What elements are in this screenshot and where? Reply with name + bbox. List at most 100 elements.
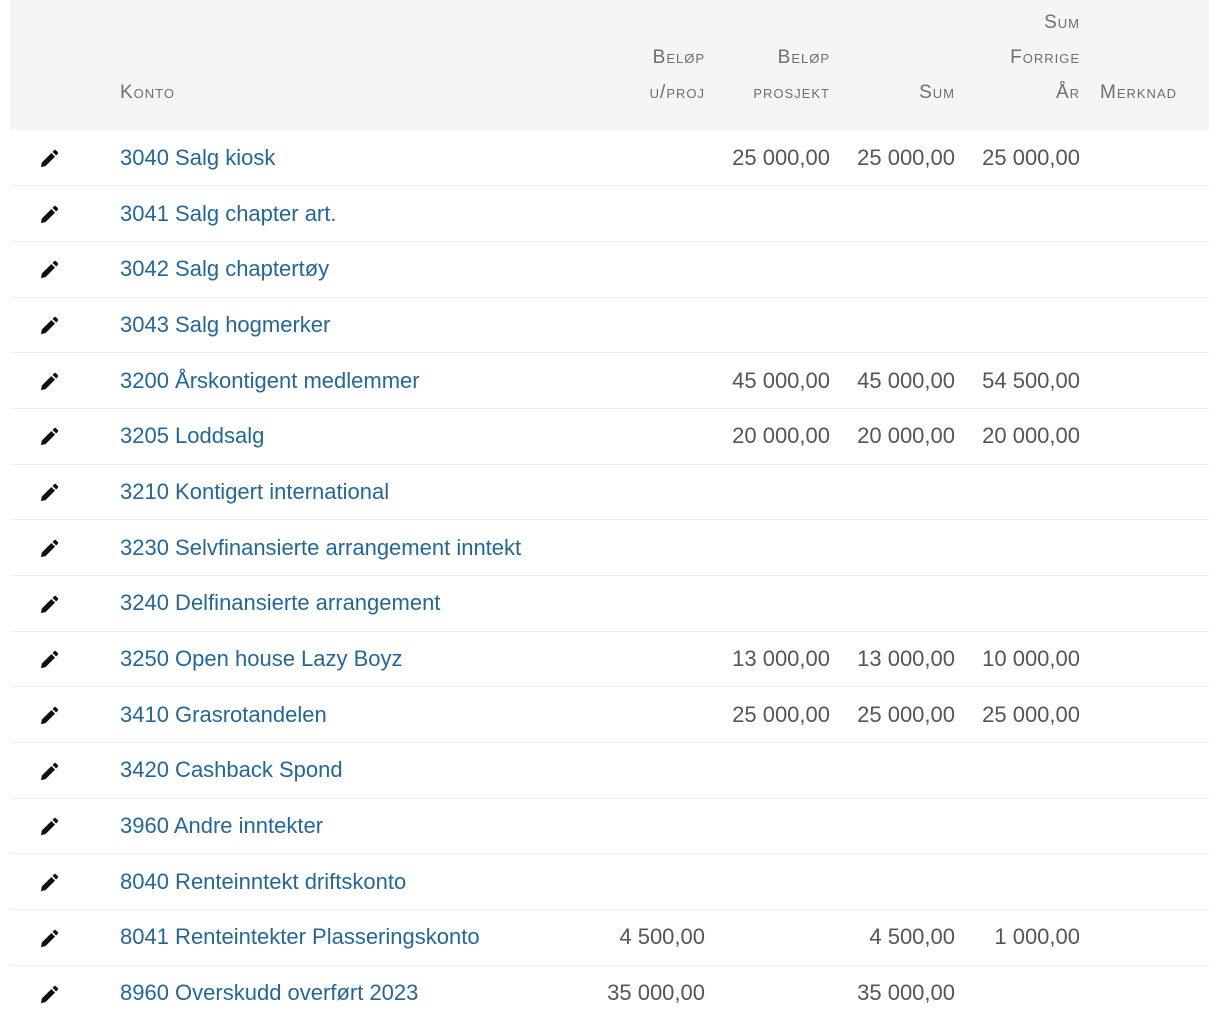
- table-row: 3042 Salg chaptertøy: [10, 241, 1209, 297]
- sum-forrige-ar-cell: [965, 576, 1090, 632]
- belop-prosjekt-cell: 25 000,00: [732, 701, 830, 727]
- pencil-icon[interactable]: [38, 148, 60, 170]
- edit-cell: [10, 130, 110, 186]
- pencil-icon[interactable]: [38, 984, 60, 1006]
- pencil-icon[interactable]: [38, 872, 60, 894]
- table-row: 3200 Årskontigent medlemmer 45 000,00 45…: [10, 352, 1209, 409]
- header-edit: [10, 0, 110, 130]
- pencil-icon[interactable]: [38, 649, 60, 671]
- table-row: 3210 Kontigert international: [10, 464, 1209, 520]
- merknad-cell: [1090, 631, 1209, 687]
- sum-cell: 25 000,00: [857, 144, 955, 170]
- konto-link[interactable]: 3210 Kontigert international: [120, 479, 389, 504]
- sum-cell: 20 000,00: [857, 423, 955, 449]
- sum-forrige-ar-cell: 20 000,00: [982, 423, 1080, 449]
- belop-uproj-cell: 4 500,00: [619, 924, 705, 950]
- header-konto: Konto: [120, 82, 175, 103]
- belop-prosjekt-cell: [715, 798, 840, 854]
- pencil-icon[interactable]: [38, 705, 60, 727]
- pencil-icon[interactable]: [38, 315, 60, 337]
- edit-cell: [10, 854, 110, 910]
- pencil-icon[interactable]: [38, 259, 60, 281]
- konto-link[interactable]: 3042 Salg chaptertøy: [120, 256, 329, 281]
- pencil-icon[interactable]: [38, 816, 60, 838]
- pencil-icon[interactable]: [38, 426, 60, 448]
- pencil-icon[interactable]: [38, 538, 60, 560]
- pencil-icon[interactable]: [38, 482, 60, 504]
- sum-forrige-ar-cell: [965, 965, 1090, 1021]
- sum-cell: 13 000,00: [857, 646, 955, 672]
- konto-cell: 3240 Delfinansierte arrangement: [110, 576, 590, 632]
- edit-cell: [10, 576, 110, 632]
- konto-link[interactable]: 8041 Renteintekter Plasseringskonto: [120, 924, 480, 949]
- sum-forrige-ar-cell: [965, 186, 1090, 242]
- pencil-icon[interactable]: [38, 928, 60, 950]
- konto-link[interactable]: 8040 Renteinntekt driftskonto: [120, 869, 406, 894]
- merknad-cell: [1090, 520, 1209, 576]
- edit-cell: [10, 798, 110, 854]
- merknad-cell: [1090, 687, 1209, 743]
- belop-uproj-cell: [590, 631, 715, 687]
- sum-cell: [840, 297, 965, 353]
- konto-cell: 8041 Renteintekter Plasseringskonto: [110, 910, 590, 966]
- konto-link[interactable]: 3043 Salg hogmerker: [120, 312, 330, 337]
- edit-cell: [10, 965, 110, 1021]
- belop-uproj-cell: [590, 186, 715, 242]
- pencil-icon[interactable]: [38, 204, 60, 226]
- sum-cell: 45 000,00: [857, 367, 955, 393]
- sum-forrige-ar-cell: 54 500,00: [982, 367, 1080, 393]
- konto-cell: 3040 Salg kiosk: [110, 130, 590, 186]
- konto-link[interactable]: 3205 Loddsalg: [120, 423, 264, 448]
- sum-cell: [840, 520, 965, 576]
- edit-cell: [10, 408, 110, 464]
- belop-prosjekt-cell: [715, 520, 840, 576]
- edit-cell: [10, 743, 110, 799]
- belop-uproj-cell: [590, 520, 715, 576]
- konto-cell: 3960 Andre inntekter: [110, 798, 590, 854]
- edit-cell: [10, 241, 110, 297]
- table-row: 3420 Cashback Spond: [10, 742, 1209, 799]
- sum-cell: [840, 576, 965, 632]
- belop-uproj-cell: [590, 798, 715, 854]
- sum-cell: [840, 854, 965, 910]
- table-body: 3040 Salg kiosk 25 000,00 25 000,00 25 0…: [10, 130, 1209, 1021]
- belop-uproj-cell: [590, 130, 715, 186]
- header-sum: Sum: [919, 82, 955, 103]
- belop-prosjekt-cell: [715, 297, 840, 353]
- konto-link[interactable]: 3410 Grasrotandelen: [120, 702, 327, 727]
- pencil-icon[interactable]: [38, 594, 60, 616]
- sum-forrige-ar-cell: 25 000,00: [982, 144, 1080, 170]
- table-row: 3205 Loddsalg 20 000,00 20 000,00 20 000…: [10, 408, 1209, 464]
- konto-cell: 3210 Kontigert international: [110, 464, 590, 520]
- konto-link[interactable]: 8960 Overskudd overført 2023: [120, 980, 418, 1005]
- konto-cell: 3042 Salg chaptertøy: [110, 241, 590, 297]
- belop-prosjekt-cell: [715, 186, 840, 242]
- budget-table: Konto Beløp u/proj Beløp prosjekt Sum Sum F…: [10, 0, 1209, 1021]
- header-merknad: Merknad: [1100, 82, 1178, 103]
- pencil-icon[interactable]: [38, 371, 60, 393]
- belop-uproj-cell: [590, 687, 715, 743]
- table-row: 8040 Renteinntekt driftskonto: [10, 853, 1209, 910]
- table-row: 3040 Salg kiosk 25 000,00 25 000,00 25 0…: [10, 130, 1209, 186]
- belop-prosjekt-cell: [715, 576, 840, 632]
- konto-link[interactable]: 3420 Cashback Spond: [120, 757, 343, 782]
- konto-link[interactable]: 3240 Delfinansierte arrangement: [120, 590, 440, 615]
- konto-link[interactable]: 3200 Årskontigent medlemmer: [120, 368, 420, 393]
- konto-link[interactable]: 3230 Selvfinansierte arrangement inntekt: [120, 535, 521, 560]
- konto-link[interactable]: 3960 Andre inntekter: [120, 813, 323, 838]
- belop-uproj-cell: [590, 408, 715, 464]
- edit-cell: [10, 520, 110, 576]
- konto-link[interactable]: 3250 Open house Lazy Boyz: [120, 646, 403, 671]
- table-row: 3041 Salg chapter art.: [10, 185, 1209, 242]
- konto-link[interactable]: 3041 Salg chapter art.: [120, 201, 336, 226]
- sum-cell: 4 500,00: [869, 924, 955, 950]
- konto-link[interactable]: 3040 Salg kiosk: [120, 145, 275, 170]
- table-row: 3230 Selvfinansierte arrangement inntekt: [10, 519, 1209, 576]
- merknad-cell: [1090, 130, 1209, 186]
- sum-forrige-ar-cell: [965, 743, 1090, 799]
- sum-forrige-ar-cell: [965, 854, 1090, 910]
- belop-prosjekt-cell: [715, 965, 840, 1021]
- pencil-icon[interactable]: [38, 761, 60, 783]
- edit-cell: [10, 631, 110, 687]
- merknad-cell: [1090, 464, 1209, 520]
